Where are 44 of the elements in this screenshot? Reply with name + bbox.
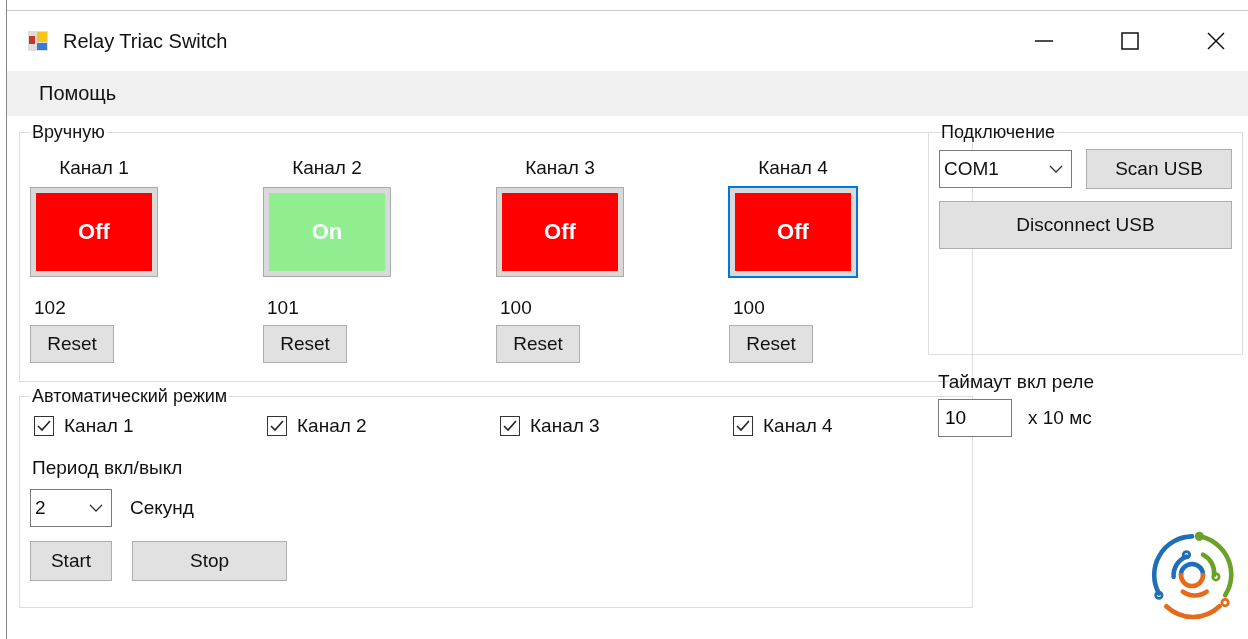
chevron-down-icon: [1049, 165, 1063, 173]
period-label: Период вкл/выкл: [32, 457, 184, 479]
close-icon[interactable]: [1206, 31, 1226, 51]
maximize-icon[interactable]: [1120, 31, 1140, 51]
checkbox[interactable]: [267, 416, 287, 436]
channel-label: Канал 1: [58, 157, 130, 179]
checkbox[interactable]: [500, 416, 520, 436]
group-title: Автоматический режим: [31, 386, 229, 407]
window-title: Relay Triac Switch: [63, 29, 228, 53]
channel-label: Канал 3: [524, 157, 596, 179]
reset-button[interactable]: Reset: [30, 325, 114, 363]
timeout-input[interactable]: 10: [938, 399, 1012, 437]
checkbox-label: Канал 2: [297, 415, 367, 437]
checkbox-label: Канал 4: [763, 415, 833, 437]
scan-usb-button[interactable]: Scan USB: [1086, 149, 1232, 189]
port-dropdown[interactable]: COM1: [939, 150, 1072, 188]
chevron-down-icon: [89, 504, 103, 512]
counter-value: 101: [267, 297, 299, 319]
period-dropdown[interactable]: 2: [30, 489, 112, 527]
disconnect-usb-button[interactable]: Disconnect USB: [939, 201, 1232, 249]
reset-button[interactable]: Reset: [263, 325, 347, 363]
stop-button[interactable]: Stop: [132, 541, 287, 581]
counter-value: 102: [34, 297, 66, 319]
counter-value: 100: [500, 297, 532, 319]
app-icon: [27, 30, 49, 52]
reset-button[interactable]: Reset: [496, 325, 580, 363]
unit-label: x 10 мс: [1028, 407, 1092, 429]
relay-toggle-button[interactable]: Off: [729, 187, 857, 277]
start-button[interactable]: Start: [30, 541, 112, 581]
channel-label: Канал 4: [757, 157, 829, 179]
relay-toggle-button[interactable]: Off: [496, 187, 624, 277]
relay-toggle-button[interactable]: Off: [30, 187, 158, 277]
checkbox-label: Канал 1: [64, 415, 134, 437]
channel-label: Канал 2: [291, 157, 363, 179]
group-title: Вручную: [31, 122, 106, 143]
checkbox[interactable]: [733, 416, 753, 436]
reset-button[interactable]: Reset: [729, 325, 813, 363]
unit-label: Секунд: [130, 497, 194, 519]
checkbox[interactable]: [34, 416, 54, 436]
timeout-label: Таймаут вкл реле: [938, 371, 1095, 393]
checkbox-label: Канал 3: [530, 415, 600, 437]
counter-value: 100: [733, 297, 765, 319]
menu-item[interactable]: Помощь: [39, 82, 117, 105]
group-title: Подключение: [940, 122, 1057, 143]
